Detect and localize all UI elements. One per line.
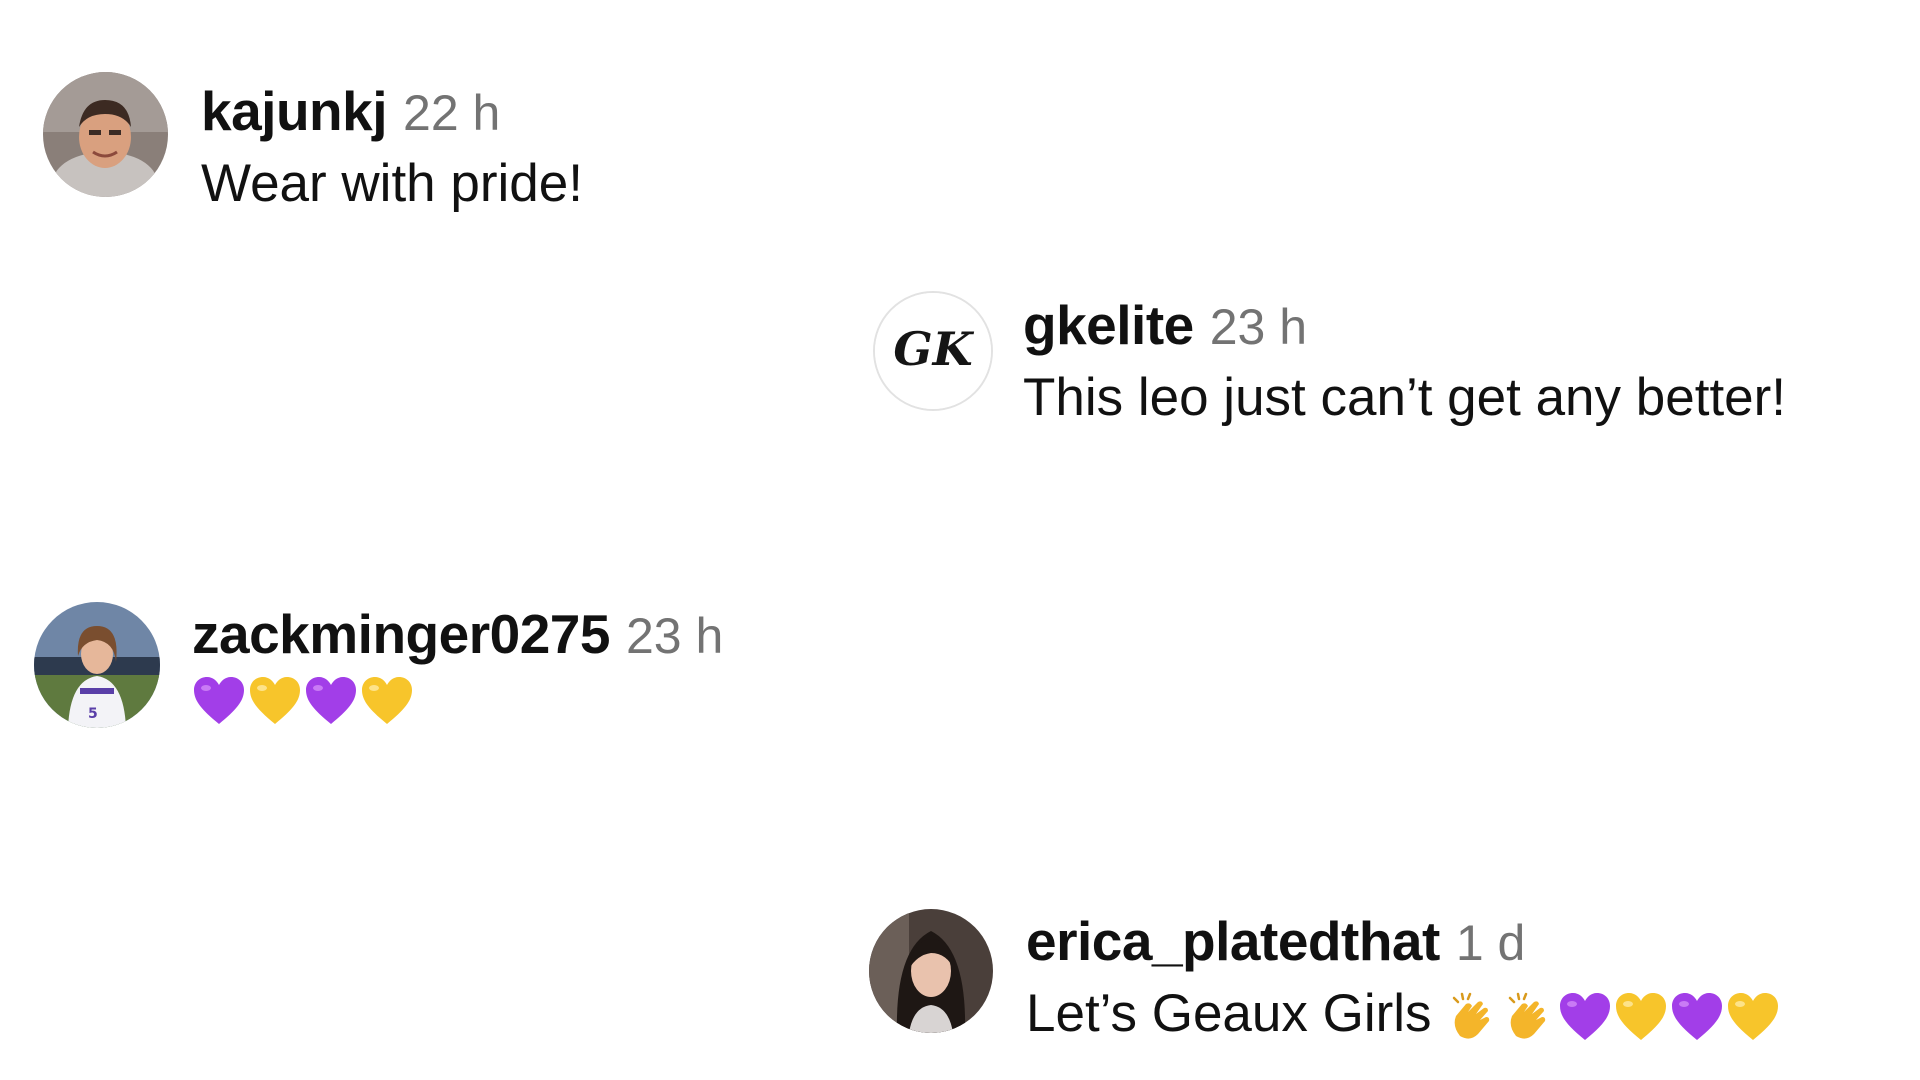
comment-item-zackminger0275: 5 zackminger0275 23 h [34,602,723,728]
clapping-hands-icon [1452,992,1489,1039]
purple-heart-icon [306,677,356,724]
comment-timestamp: 22 h [403,85,501,141]
comment-text: This leo just can’t get any better! [1023,368,1787,427]
gk-logo-icon: GK [875,293,991,409]
svg-text:GK: GK [893,322,974,376]
purple-heart-icon [1559,993,1610,1040]
username-link[interactable]: kajunkj [201,79,388,143]
purple-heart-icon [1671,993,1722,1040]
avatar[interactable]: 5 [34,602,160,728]
comment-text-words: Let’s Geaux Girls [1026,984,1432,1043]
purple-heart-icon [194,677,244,724]
yellow-heart-icon [1727,993,1778,1040]
user-photo-icon: 5 [34,602,160,728]
yellow-heart-icon [1615,993,1666,1040]
comment-item-erica-platedthat: erica_platedthat 1 d Let’s Geaux Girls [869,909,1782,1044]
username-link[interactable]: gkelite [1023,293,1194,357]
comment-timestamp: 1 d [1455,915,1526,971]
username-link[interactable]: erica_platedthat [1026,909,1440,973]
user-photo-icon [869,909,993,1033]
avatar[interactable]: GK [873,291,993,411]
avatar[interactable] [43,72,168,197]
comment-item-gkelite: GK gkelite 23 h This leo just can’t get … [873,291,1786,428]
yellow-heart-icon [362,677,412,724]
comment-text: Wear with pride! [201,154,583,213]
comment-item-kajunkj: kajunkj 22 h Wear with pride! [43,72,583,214]
username-link[interactable]: zackminger0275 [192,602,611,666]
avatar[interactable] [869,909,993,1033]
comment-timestamp: 23 h [1209,299,1308,355]
comment-text [192,676,723,726]
comment-text: Let’s Geaux Girls [1026,983,1782,1044]
comment-timestamp: 23 h [626,608,724,664]
svg-text:5: 5 [88,706,98,722]
clapping-hands-icon [1508,992,1545,1039]
comment-emojis [1446,990,1782,1044]
user-photo-icon [43,72,168,197]
yellow-heart-icon [250,677,300,724]
